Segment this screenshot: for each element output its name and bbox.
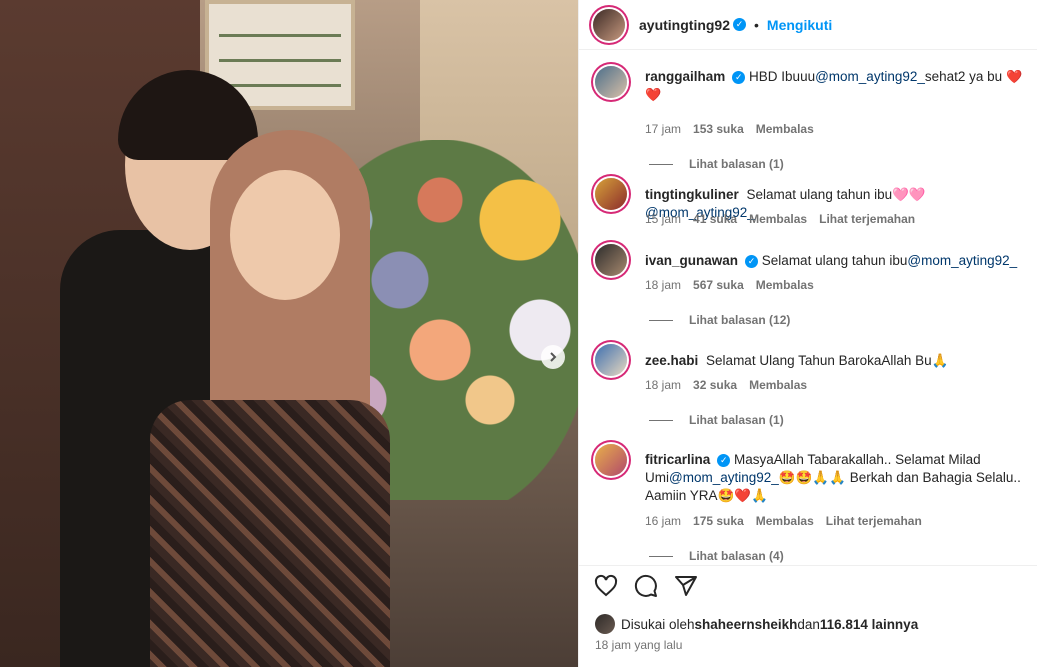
mention-link[interactable]: @mom_ayting92_ — [907, 253, 1017, 268]
commenter-username[interactable]: tingtingkuliner — [645, 187, 739, 202]
heart-icon — [594, 574, 618, 596]
reply-button[interactable]: Membalas — [756, 514, 814, 528]
header-separator: • — [754, 16, 759, 33]
comment-body: Selamat Ulang Tahun BarokaAllah Bu — [706, 353, 932, 368]
verified-badge-icon: ✓ — [733, 18, 747, 31]
commenter-username[interactable]: ranggailham — [645, 69, 725, 84]
verified-badge-icon: ✓ — [717, 453, 731, 467]
comment-button[interactable] — [633, 573, 659, 599]
liked-mid: dan — [797, 616, 820, 632]
comment-time: 18 jam — [645, 378, 682, 392]
replies-divider — [649, 555, 673, 557]
comment-meta: 16 jam 175 suka Membalas Lihat terjemaha… — [645, 514, 922, 528]
translate-button[interactable]: Lihat terjemahan — [819, 212, 915, 226]
view-replies-button[interactable]: Lihat balasan (1) — [649, 413, 784, 427]
commenter-username[interactable]: zee.habi — [645, 353, 698, 368]
comment-time: 17 jam — [645, 122, 682, 136]
reply-button[interactable]: Membalas — [749, 378, 807, 392]
view-replies-button[interactable]: Lihat balasan (12) — [649, 313, 790, 327]
translate-button[interactable]: Lihat terjemahan — [826, 514, 922, 528]
post-photo[interactable] — [0, 0, 578, 667]
share-button[interactable] — [673, 573, 699, 599]
comment-meta: 18 jam 32 suka Membalas — [645, 378, 807, 392]
reply-button[interactable]: Membalas — [749, 212, 807, 226]
comment-time: 18 jam — [645, 278, 682, 292]
comment-body: HBD Ibuuu — [749, 69, 816, 84]
comment-text: ivan_gunawan ✓ Selamat ulang tahun ibu@mo… — [645, 252, 1033, 270]
comment-icon — [634, 574, 657, 597]
comment-likes[interactable]: 567 suka — [693, 278, 744, 292]
comment-text: ranggailham ✓ HBD Ibuuu@mom_ayting92_seha… — [645, 68, 1033, 104]
chevron-right-icon — [550, 352, 557, 362]
verified-badge-icon: ✓ — [732, 70, 746, 84]
comment-emoji: 🙏 — [931, 353, 949, 368]
comment-body: Selamat ulang tahun ibu🩷🩷 — [746, 187, 926, 202]
comments-panel: ayutingting92 ✓ • Mengikuti ranggailham ✓… — [578, 0, 1037, 667]
comments-list[interactable]: ranggailham ✓ HBD Ibuuu@mom_ayting92_seha… — [579, 56, 1037, 564]
author-username[interactable]: ayutingting92 — [639, 17, 730, 33]
comment-meta: 17 jam 153 suka Membalas — [645, 122, 814, 136]
verified-badge-icon: ✓ — [745, 254, 759, 268]
next-photo-button[interactable] — [541, 345, 565, 369]
post-actions-bar — [579, 565, 1037, 605]
commenter-avatar[interactable] — [595, 244, 627, 276]
comment-time: 15 jam — [645, 212, 682, 226]
liked-user[interactable]: shaheernsheikh — [695, 617, 798, 632]
view-replies-button[interactable]: Lihat balasan (1) — [649, 157, 784, 171]
liked-count[interactable]: 116.814 lainnya — [820, 617, 918, 632]
author-avatar[interactable] — [593, 8, 625, 41]
replies-divider — [649, 419, 673, 421]
reply-button[interactable]: Membalas — [756, 278, 814, 292]
view-replies-label: Lihat balasan (12) — [689, 313, 791, 327]
comment-body: Selamat ulang tahun ibu — [761, 253, 908, 268]
comment-meta: 15 jam 41 suka Membalas Lihat terjemahan — [645, 212, 915, 226]
view-replies-label: Lihat balasan (1) — [689, 413, 784, 427]
liker-avatar[interactable] — [595, 614, 615, 634]
commenter-username[interactable]: ivan_gunawan — [645, 253, 738, 268]
view-replies-button[interactable]: Lihat balasan (4) — [649, 549, 784, 563]
replies-divider — [649, 319, 673, 321]
comment-time: 16 jam — [645, 514, 682, 528]
commenter-avatar[interactable] — [595, 444, 627, 476]
comment-likes[interactable]: 41 suka — [693, 212, 737, 226]
comment-text: zee.habi Selamat Ulang Tahun BarokaAllah… — [645, 352, 1033, 370]
share-icon — [675, 575, 697, 596]
post-time: 18 jam yang lalu — [595, 638, 683, 652]
comment-likes[interactable]: 32 suka — [693, 378, 737, 392]
mention-link[interactable]: @mom_ayting92_ — [669, 470, 779, 485]
mention-link[interactable]: @mom_ayting92_ — [815, 69, 925, 84]
commenter-avatar[interactable] — [595, 66, 627, 98]
follow-status-button[interactable]: Mengikuti — [767, 17, 832, 33]
view-replies-label: Lihat balasan (1) — [689, 157, 784, 171]
reply-button[interactable]: Membalas — [756, 122, 814, 136]
commenter-username[interactable]: fitricarlina — [645, 452, 710, 467]
replies-divider — [649, 163, 673, 165]
comment-likes[interactable]: 175 suka — [693, 514, 744, 528]
post-header: ayutingting92 ✓ • Mengikuti — [579, 0, 1037, 50]
comment-likes[interactable]: 153 suka — [693, 122, 744, 136]
photo-person-right — [150, 130, 390, 667]
comment-text: fitricarlina ✓ MasyaAllah Tabarakallah.. … — [645, 451, 1033, 505]
comment-body-end: sehat2 ya bu — [924, 69, 1003, 84]
commenter-avatar[interactable] — [595, 178, 627, 210]
view-replies-label: Lihat balasan (4) — [689, 549, 784, 563]
commenter-avatar[interactable] — [595, 344, 627, 376]
liked-prefix: Disukai oleh — [621, 616, 695, 632]
like-button[interactable] — [593, 573, 619, 599]
comment-meta: 18 jam 567 suka Membalas — [645, 278, 814, 292]
likes-summary: Disukai oleh shaheernsheikh dan 116.814 … — [595, 614, 918, 634]
